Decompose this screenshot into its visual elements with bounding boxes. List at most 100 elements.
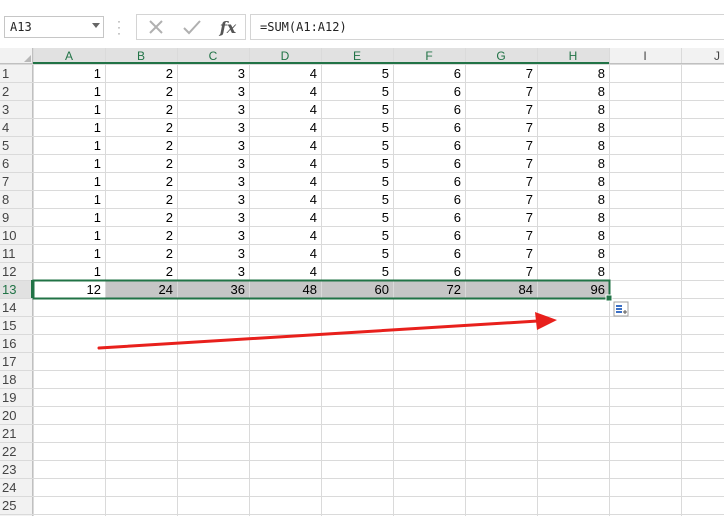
sum-cell-B13: 24 xyxy=(159,282,173,297)
column-header-I: I xyxy=(643,49,646,63)
cell-E2: 5 xyxy=(382,84,389,99)
fill-handle[interactable] xyxy=(605,294,613,302)
cell-A7: 1 xyxy=(94,174,101,189)
grip-dots-icon[interactable]: · · · xyxy=(117,15,121,39)
name-box[interactable]: A13 xyxy=(4,16,104,38)
cell-F3: 6 xyxy=(454,102,461,117)
cell-C8: 3 xyxy=(238,192,245,207)
row-header-22: 22 xyxy=(2,444,16,459)
cell-B9: 2 xyxy=(166,210,173,225)
cell-H9: 8 xyxy=(598,210,605,225)
column-header-F: F xyxy=(425,49,432,63)
cell-B12: 2 xyxy=(166,264,173,279)
cell-H6: 8 xyxy=(598,156,605,171)
cell-C2: 3 xyxy=(238,84,245,99)
cell-C1: 3 xyxy=(238,66,245,81)
cell-A4: 1 xyxy=(94,120,101,135)
cell-B7: 2 xyxy=(166,174,173,189)
cell-D7: 4 xyxy=(310,174,317,189)
cell-B2: 2 xyxy=(166,84,173,99)
cell-G1: 7 xyxy=(526,66,533,81)
cell-E9: 5 xyxy=(382,210,389,225)
row-header-14: 14 xyxy=(2,300,16,315)
row-header-15: 15 xyxy=(2,318,16,333)
row-header-16: 16 xyxy=(2,336,16,351)
cell-G12: 7 xyxy=(526,264,533,279)
row-header-5: 5 xyxy=(2,138,9,153)
cell-A2: 1 xyxy=(94,84,101,99)
cell-D6: 4 xyxy=(310,156,317,171)
cell-G11: 7 xyxy=(526,246,533,261)
cell-E3: 5 xyxy=(382,102,389,117)
insert-function-icon[interactable]: fx xyxy=(211,15,245,39)
column-header-A: A xyxy=(65,49,73,63)
worksheet-grid[interactable]: A B C D E F G H I J 1 2 3 4 5 6 7 8 9 10 11 12 13 14 15 16 17 18 19 2… xyxy=(0,48,724,516)
row-header-9: 9 xyxy=(2,210,9,225)
cell-D5: 4 xyxy=(310,138,317,153)
row-header-18: 18 xyxy=(2,372,16,387)
formula-buttons: fx xyxy=(136,14,246,40)
cell-F1: 6 xyxy=(454,66,461,81)
cell-F8: 6 xyxy=(454,192,461,207)
sum-cell-E13: 60 xyxy=(375,282,389,297)
cell-A1: 1 xyxy=(94,66,101,81)
cell-H10: 8 xyxy=(598,228,605,243)
column-header-C: C xyxy=(209,49,218,63)
column-header-H: H xyxy=(569,49,578,63)
column-header-E: E xyxy=(353,49,361,63)
cell-A3: 1 xyxy=(94,102,101,117)
cell-D1: 4 xyxy=(310,66,317,81)
cell-B5: 2 xyxy=(166,138,173,153)
name-box-value: A13 xyxy=(10,20,32,34)
cell-B6: 2 xyxy=(166,156,173,171)
quick-analysis-icon[interactable] xyxy=(613,301,629,317)
sum-cell-D13: 48 xyxy=(303,282,317,297)
cell-E1: 5 xyxy=(382,66,389,81)
formula-input[interactable]: =SUM(A1:A12) xyxy=(250,14,724,40)
cell-E5: 5 xyxy=(382,138,389,153)
cell-B1: 2 xyxy=(166,66,173,81)
sum-cell-F13: 72 xyxy=(447,282,461,297)
cell-G4: 7 xyxy=(526,120,533,135)
cell-D4: 4 xyxy=(310,120,317,135)
sum-cell-C13: 36 xyxy=(231,282,245,297)
row-header-17: 17 xyxy=(2,354,16,369)
cell-H12: 8 xyxy=(598,264,605,279)
cell-F11: 6 xyxy=(454,246,461,261)
cell-F12: 6 xyxy=(454,264,461,279)
cell-G10: 7 xyxy=(526,228,533,243)
cell-E8: 5 xyxy=(382,192,389,207)
cell-E11: 5 xyxy=(382,246,389,261)
enter-check-icon[interactable] xyxy=(175,15,209,39)
cell-D11: 4 xyxy=(310,246,317,261)
cell-H11: 8 xyxy=(598,246,605,261)
cell-C3: 3 xyxy=(238,102,245,117)
row-header-3: 3 xyxy=(2,102,9,117)
cell-A5: 1 xyxy=(94,138,101,153)
cell-B11: 2 xyxy=(166,246,173,261)
cell-A11: 1 xyxy=(94,246,101,261)
cell-H2: 8 xyxy=(598,84,605,99)
chevron-down-icon[interactable] xyxy=(92,23,100,28)
selection-fill[interactable] xyxy=(105,280,609,298)
cell-E4: 5 xyxy=(382,120,389,135)
row-header-19: 19 xyxy=(2,390,16,405)
cell-C6: 3 xyxy=(238,156,245,171)
sum-cell-H13: 96 xyxy=(591,282,605,297)
worksheet-svg[interactable]: A B C D E F G H I J123456789101112131415161718192… xyxy=(0,48,724,516)
row-header-13: 13 xyxy=(2,282,16,297)
cell-C11: 3 xyxy=(238,246,245,261)
cell-H8: 8 xyxy=(598,192,605,207)
cell-C10: 3 xyxy=(238,228,245,243)
row-header-2: 2 xyxy=(2,84,9,99)
cell-D9: 4 xyxy=(310,210,317,225)
cell-H1: 8 xyxy=(598,66,605,81)
cancel-x-icon[interactable] xyxy=(139,15,173,39)
cell-F5: 6 xyxy=(454,138,461,153)
row-header-11: 11 xyxy=(2,246,16,261)
cell-F2: 6 xyxy=(454,84,461,99)
row-header-1: 1 xyxy=(2,66,9,81)
row-header-12: 12 xyxy=(2,264,16,279)
cell-H4: 8 xyxy=(598,120,605,135)
row-header-7: 7 xyxy=(2,174,9,189)
